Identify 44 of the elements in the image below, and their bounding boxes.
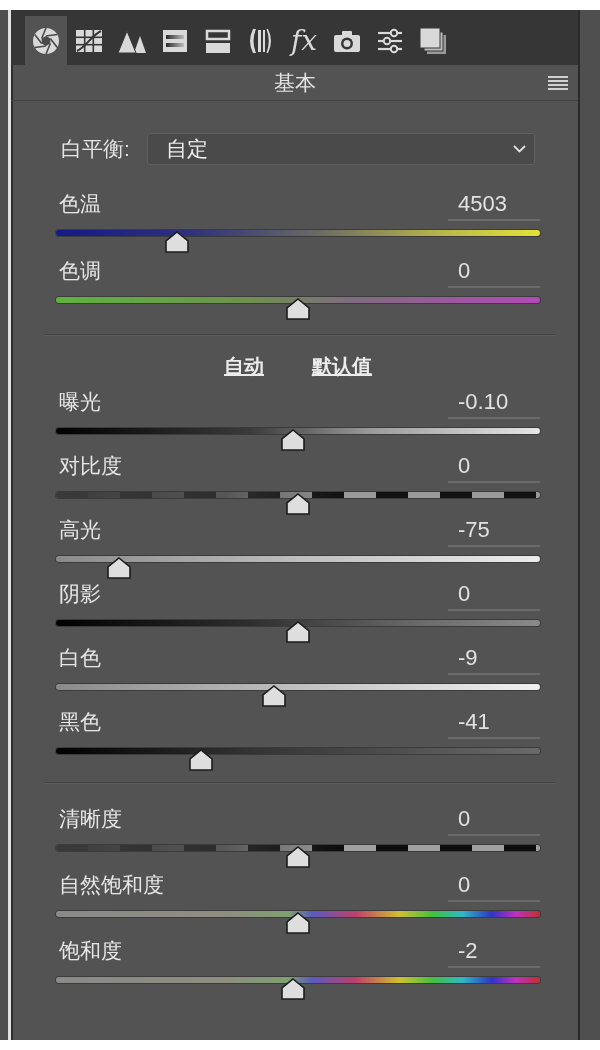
slider-track[interactable] [56,492,540,516]
menu-icon[interactable] [548,75,568,90]
slider-label: 色温 [58,191,101,217]
stacked-squares-icon [418,25,448,56]
slider-track[interactable] [56,845,540,869]
value-field[interactable]: 0 [448,451,540,483]
slider-label: 黑色 [58,709,101,735]
panel-tab[interactable] [25,16,67,65]
balance-label: 白平衡: [60,136,131,163]
value-field[interactable]: 0 [448,256,540,288]
slider-track[interactable] [56,620,540,644]
slider-label: 清晰度 [58,806,122,832]
slider-track[interactable] [56,911,540,935]
chevron-icon [513,145,526,153]
slider-track[interactable] [56,556,540,580]
slider-track[interactable] [56,230,540,254]
preset-dropdown[interactable]: 自定 [147,133,535,165]
value-field[interactable]: 0 [448,804,540,836]
slider-label: 白色 [58,645,101,671]
slider-label: 自然饱和度 [58,872,164,898]
slider-label: 曝光 [58,389,101,415]
value-field[interactable]: 0 [448,579,540,611]
slider-label: 对比度 [58,453,122,479]
value-field[interactable]: -0.10 [448,387,540,419]
slider-label: 高光 [58,517,101,543]
value-field[interactable]: -9 [448,643,540,675]
slider-label: 色调 [58,258,101,284]
action-link[interactable]: 默认值 [312,353,372,379]
value-field[interactable]: -2 [448,936,540,968]
aperture-icon [31,25,61,56]
slider-track[interactable] [56,977,540,1001]
panel-title: 基本 [273,69,316,96]
slider-label: 饱和度 [58,938,122,964]
value-field[interactable]: 4503 [448,189,540,221]
value-field[interactable]: -75 [448,515,540,547]
slider-track[interactable] [56,748,540,772]
slider-label: 阴影 [58,581,101,607]
slider-track[interactable] [56,297,540,321]
slider-track[interactable] [56,428,540,452]
value-field[interactable]: -41 [448,707,540,739]
panel-tab[interactable]: fx [283,16,325,65]
value-field[interactable]: 0 [448,870,540,902]
action-link[interactable]: 自动 [224,353,264,379]
slider-track[interactable] [56,684,540,708]
